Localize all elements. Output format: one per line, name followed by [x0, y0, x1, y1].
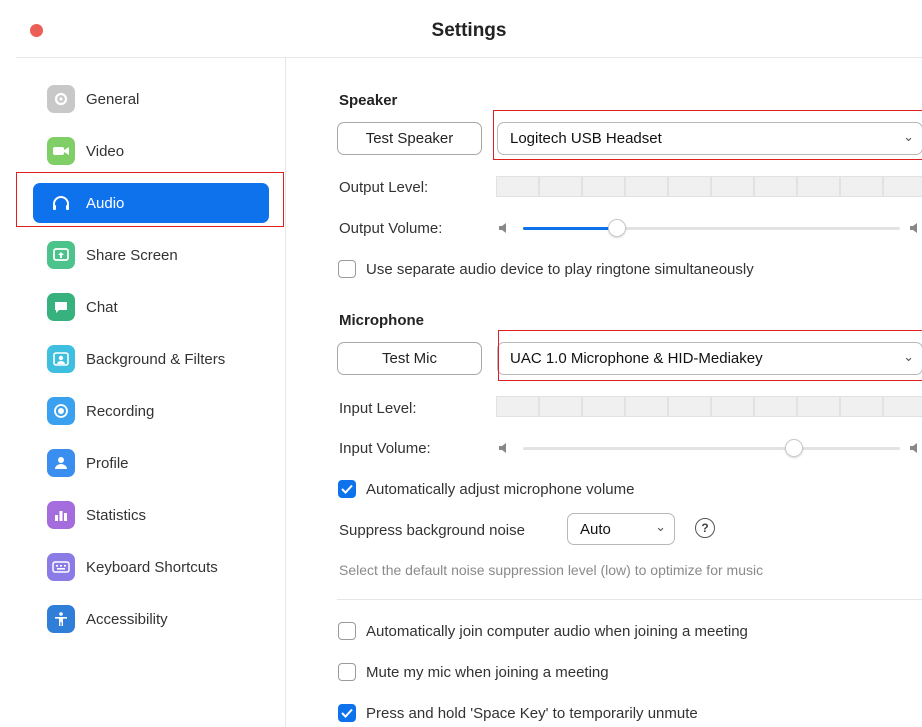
section-divider [337, 599, 922, 600]
level-segment [883, 176, 922, 197]
level-segment [582, 176, 625, 197]
level-segment [539, 396, 582, 417]
input-level-meter [496, 396, 922, 417]
mute-on-join-row[interactable]: Mute my mic when joining a meeting [338, 663, 609, 681]
bar-chart-icon [47, 501, 75, 529]
auto-join-audio-row[interactable]: Automatically join computer audio when j… [338, 622, 748, 640]
suppress-noise-select[interactable]: Auto ⌄ [567, 513, 675, 545]
sidebar-item-share-screen[interactable]: Share Screen [33, 235, 269, 275]
separate-ringtone-checkbox[interactable] [338, 260, 356, 278]
slider-fill [523, 227, 618, 230]
auto-adjust-mic-row[interactable]: Automatically adjust microphone volume [338, 480, 634, 498]
sidebar-item-keyboard-shortcuts[interactable]: Keyboard Shortcuts [33, 547, 269, 587]
speaker-section-title: Speaker [339, 92, 398, 109]
input-level-label: Input Level: [339, 400, 417, 417]
slider-knob[interactable] [785, 439, 804, 457]
speaker-low-icon [499, 443, 506, 453]
sidebar-item-chat[interactable]: Chat [33, 287, 269, 327]
suppress-noise-label: Suppress background noise [339, 522, 525, 539]
level-segment [797, 176, 840, 197]
speaker-high-icon [910, 443, 917, 453]
video-camera-icon [47, 137, 75, 165]
separate-ringtone-row[interactable]: Use separate audio device to play ringto… [338, 260, 754, 278]
output-volume-label: Output Volume: [339, 220, 443, 237]
sidebar-item-label: Profile [86, 454, 129, 472]
level-segment [840, 396, 883, 417]
level-segment [840, 176, 883, 197]
sidebar-item-label: Chat [86, 298, 118, 316]
sidebar-item-profile[interactable]: Profile [33, 443, 269, 483]
help-icon[interactable]: ? [695, 518, 715, 538]
sidebar-item-general[interactable]: General [33, 79, 269, 119]
level-segment [496, 176, 539, 197]
accessibility-icon [47, 605, 75, 633]
mute-on-join-label: Mute my mic when joining a meeting [366, 663, 609, 681]
speaker-low-icon [499, 223, 506, 233]
sidebar-item-recording[interactable]: Recording [33, 391, 269, 431]
sidebar-item-label: Statistics [86, 506, 147, 524]
audio-highlight-box [16, 172, 284, 227]
auto-join-audio-checkbox[interactable] [338, 622, 356, 640]
window-title: Settings [431, 20, 507, 41]
sidebar-item-label: Background & Filters [86, 350, 226, 368]
sidebar-item-label: Keyboard Shortcuts [86, 558, 218, 576]
auto-adjust-mic-label: Automatically adjust microphone volume [366, 480, 635, 498]
sidebar-item-label: Recording [86, 402, 155, 420]
sidebar-item-background-filters[interactable]: Background & Filters [33, 339, 269, 379]
level-segment [711, 176, 754, 197]
separate-ringtone-label: Use separate audio device to play ringto… [366, 260, 754, 278]
sidebar-item-accessibility[interactable]: Accessibility [33, 599, 269, 639]
suppress-noise-value: Auto [580, 520, 611, 538]
input-volume-label: Input Volume: [339, 440, 431, 457]
profile-icon [47, 449, 75, 477]
level-segment [797, 396, 840, 417]
level-segment [668, 396, 711, 417]
level-segment [625, 396, 668, 417]
output-level-label: Output Level: [339, 179, 429, 196]
level-segment [625, 176, 668, 197]
audio-settings-panel: Speaker Test Speaker Logitech USB Headse… [287, 58, 922, 727]
sidebar-item-label: General [86, 90, 140, 108]
slider-track [523, 447, 900, 450]
noise-suppression-hint: Select the default noise suppression lev… [339, 562, 764, 578]
chevron-down-icon: ⌄ [655, 519, 666, 534]
microphone-section-title: Microphone [339, 312, 424, 329]
sidebar-item-label: Video [86, 142, 125, 160]
input-volume-slider[interactable] [497, 436, 922, 460]
sidebar-item-label: Share Screen [86, 246, 178, 264]
title-bar: Settings [16, 4, 922, 58]
auto-join-audio-label: Automatically join computer audio when j… [366, 622, 748, 640]
sidebar-item-video[interactable]: Video [33, 131, 269, 171]
level-segment [883, 396, 922, 417]
test-mic-button[interactable]: Test Mic [337, 342, 482, 375]
speaker-device-highlight-box [493, 110, 922, 160]
space-key-unmute-checkbox[interactable] [338, 704, 356, 722]
output-volume-slider[interactable] [497, 216, 922, 240]
sidebar-item-statistics[interactable]: Statistics [33, 495, 269, 535]
space-key-unmute-label: Press and hold 'Space Key' to temporaril… [366, 704, 698, 722]
level-segment [668, 176, 711, 197]
microphone-device-highlight-box [498, 330, 922, 381]
speaker-high-icon [910, 223, 917, 233]
record-icon [47, 397, 75, 425]
level-segment [582, 396, 625, 417]
gear-icon [47, 85, 75, 113]
output-level-meter [496, 176, 922, 197]
level-segment [496, 396, 539, 417]
level-segment [539, 176, 582, 197]
background-person-icon [47, 345, 75, 373]
settings-sidebar: General Video Audio Share Screen Chat Ba… [16, 58, 286, 727]
mute-on-join-checkbox[interactable] [338, 663, 356, 681]
auto-adjust-mic-checkbox[interactable] [338, 480, 356, 498]
test-speaker-button[interactable]: Test Speaker [337, 122, 482, 155]
keyboard-icon [47, 553, 75, 581]
chat-bubble-icon [47, 293, 75, 321]
level-segment [754, 396, 797, 417]
slider-knob[interactable] [608, 219, 627, 237]
sidebar-item-label: Accessibility [86, 610, 168, 628]
level-segment [711, 396, 754, 417]
level-segment [754, 176, 797, 197]
share-screen-icon [47, 241, 75, 269]
space-key-unmute-row[interactable]: Press and hold 'Space Key' to temporaril… [338, 704, 698, 722]
